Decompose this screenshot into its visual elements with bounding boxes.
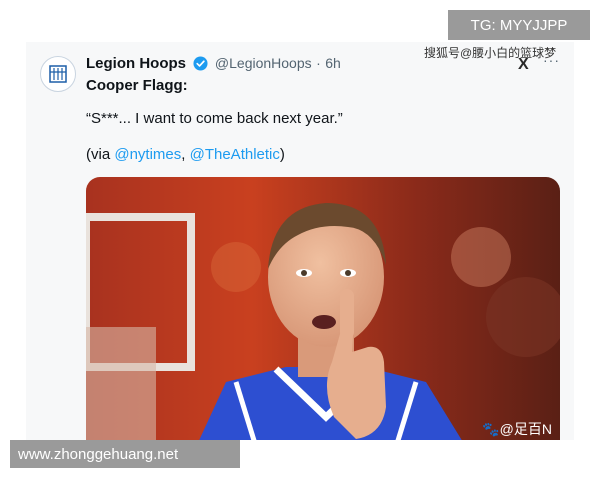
link-theathletic[interactable]: @TheAthletic bbox=[190, 146, 280, 163]
tweet-photo[interactable]: 🐾@足百N bbox=[86, 177, 560, 440]
separator-dot: · bbox=[316, 55, 321, 71]
via-open: (via bbox=[86, 146, 115, 163]
photo-watermark: 🐾@足百N bbox=[482, 421, 552, 437]
via-comma: , bbox=[181, 146, 190, 163]
via-close: ) bbox=[279, 146, 285, 163]
x-logo-watermark: X bbox=[518, 56, 529, 73]
site-watermark-banner: www.zhonggehuang.net bbox=[10, 440, 240, 468]
legion-hoops-logo-icon bbox=[49, 65, 67, 83]
tweet-source: (via @nytimes, @TheAthletic) bbox=[86, 146, 285, 163]
tweet-text-line1: Cooper Flagg: bbox=[86, 77, 188, 94]
verified-badge-icon bbox=[193, 56, 208, 76]
author-name[interactable]: Legion Hoops bbox=[86, 55, 186, 72]
timestamp[interactable]: 6h bbox=[325, 55, 341, 71]
tweet-card: Legion Hoops @LegionHoops · 6h 搜狐号@腰小白的篮… bbox=[26, 42, 574, 440]
sohu-watermark: 搜狐号@腰小白的篮球梦 bbox=[424, 46, 557, 60]
author-handle[interactable]: @LegionHoops bbox=[215, 55, 312, 71]
tweet-header: Legion Hoops @LegionHoops · 6h bbox=[86, 55, 341, 76]
tg-watermark-banner: TG: MYYJJPP bbox=[448, 10, 590, 40]
tweet-quote: “S***... I want to come back next year.” bbox=[86, 110, 343, 127]
link-nytimes[interactable]: @nytimes bbox=[114, 146, 181, 163]
more-options-icon[interactable]: ··· bbox=[543, 52, 560, 68]
author-avatar[interactable] bbox=[40, 56, 76, 92]
